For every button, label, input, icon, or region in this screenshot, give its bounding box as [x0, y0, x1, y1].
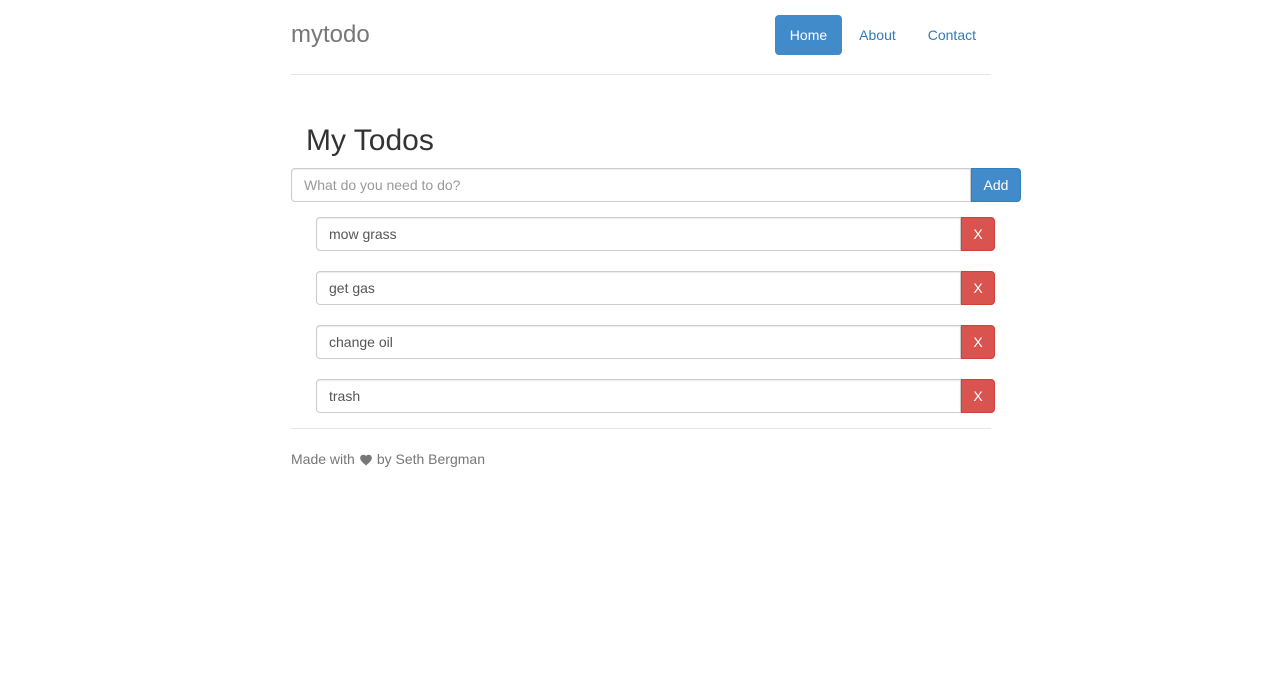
- todo-item: X: [316, 271, 995, 305]
- delete-todo-button[interactable]: X: [961, 379, 995, 413]
- footer-prefix: Made with: [291, 451, 355, 467]
- todo-item: X: [316, 217, 995, 251]
- footer-suffix: by Seth Bergman: [376, 451, 485, 467]
- add-button[interactable]: Add: [971, 168, 1021, 202]
- nav-about[interactable]: About: [844, 15, 911, 55]
- todo-text-input[interactable]: [316, 217, 961, 251]
- todo-text-input[interactable]: [316, 325, 961, 359]
- new-todo-input[interactable]: [291, 168, 971, 202]
- page-title: My Todos: [306, 124, 434, 157]
- add-todo-form: Add: [291, 168, 1021, 202]
- todo-item: X: [316, 379, 995, 413]
- todo-item: X: [316, 325, 995, 359]
- nav-contact[interactable]: Contact: [913, 15, 991, 55]
- brand-logo[interactable]: mytodo: [291, 21, 370, 49]
- header: mytodo Home About Contact: [291, 0, 991, 75]
- delete-todo-button[interactable]: X: [961, 271, 995, 305]
- delete-todo-button[interactable]: X: [961, 217, 995, 251]
- todo-list: X X X X: [316, 217, 995, 433]
- nav-home[interactable]: Home: [774, 15, 843, 55]
- main-nav: Home About Contact: [773, 15, 991, 55]
- delete-todo-button[interactable]: X: [961, 325, 995, 359]
- todo-text-input[interactable]: [316, 271, 961, 305]
- heart-icon: [359, 452, 373, 466]
- footer: Made with by Seth Bergman: [291, 428, 991, 469]
- todo-text-input[interactable]: [316, 379, 961, 413]
